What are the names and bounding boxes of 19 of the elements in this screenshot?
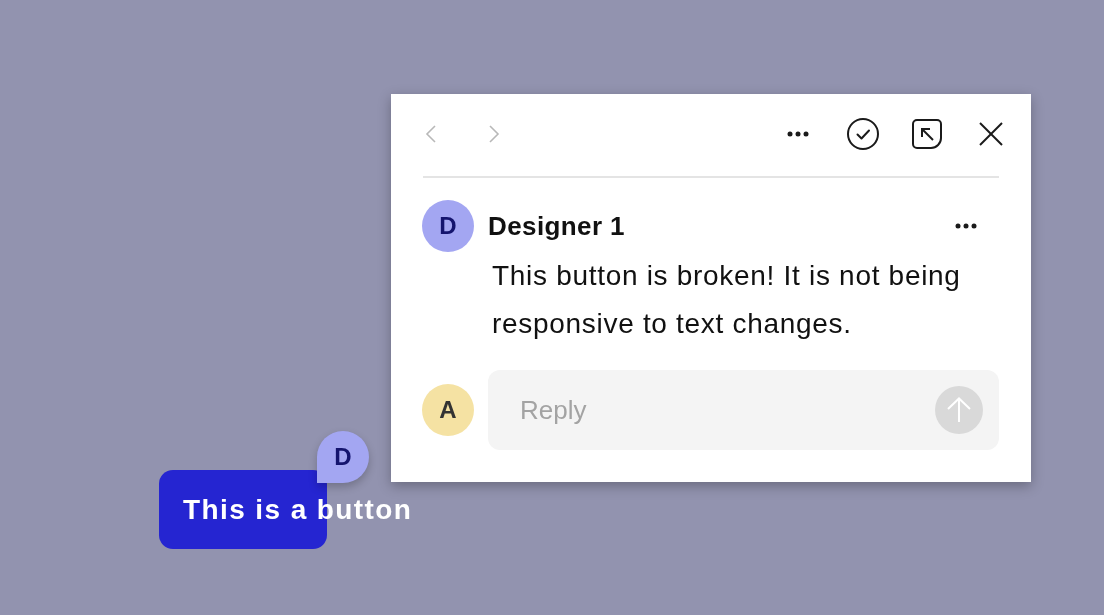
user-avatar: A xyxy=(422,384,474,436)
arrow-box-icon xyxy=(912,119,942,149)
more-button[interactable] xyxy=(955,223,977,229)
more-icon xyxy=(955,223,977,229)
author-name: Designer 1 xyxy=(488,211,626,241)
chevron-right-icon xyxy=(488,125,500,143)
comment-pin[interactable]: D xyxy=(317,431,369,483)
reply-field[interactable]: Reply xyxy=(488,370,999,450)
user-avatar: D xyxy=(422,200,474,252)
comment-text: This button is broken! It is not being responsive to text changes. xyxy=(492,259,962,341)
more-icon xyxy=(787,131,809,137)
close-icon xyxy=(979,122,1003,146)
check-circle-icon xyxy=(847,118,879,150)
chevron-left-icon xyxy=(425,125,437,143)
more-button[interactable] xyxy=(787,131,809,137)
close-button[interactable] xyxy=(979,122,1003,146)
arrow-up-icon xyxy=(947,397,971,423)
resolve-button[interactable] xyxy=(847,118,879,150)
pop-out-button[interactable] xyxy=(912,119,942,149)
